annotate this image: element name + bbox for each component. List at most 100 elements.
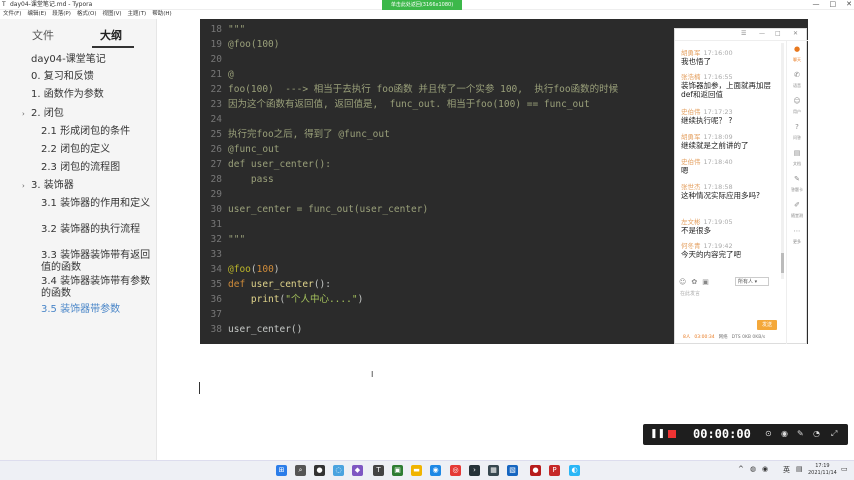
menu-view[interactable]: 视图(V): [102, 10, 121, 19]
pycharm-icon[interactable]: ▣: [392, 465, 403, 476]
clock-icon[interactable]: ◔: [813, 429, 820, 438]
outline-item-decorator-return[interactable]: 3.3 装饰器装饰带有返回值的函数: [41, 250, 151, 274]
menu-format[interactable]: 格式(O): [77, 10, 97, 19]
chat-minimize-button[interactable]: —: [759, 30, 765, 37]
answer-card-nav-label: 答题卡: [791, 187, 803, 192]
app-icon[interactable]: ◉: [430, 465, 441, 476]
code-line: 18 """: [210, 24, 246, 35]
stop-icon[interactable]: [668, 430, 676, 438]
app-icon[interactable]: ▧: [507, 465, 518, 476]
chevron-down-icon[interactable]: ›: [22, 182, 25, 190]
outline-item-decorator-args[interactable]: 3.4 装饰器装饰带有参数的函数: [41, 276, 151, 300]
code-line: 33: [210, 249, 222, 260]
chat-message-sender: 何冬青 17:19:42: [681, 242, 733, 250]
outline-item-closure[interactable]: 2. 闭包: [31, 108, 64, 120]
code-block[interactable]: 18 """ 19 @foo(100) 20 21 @ 22 foo(100) --->…: [200, 19, 674, 344]
camera-icon[interactable]: ◉: [781, 429, 788, 438]
flower-icon[interactable]: ✿: [691, 278, 697, 286]
more-nav-icon[interactable]: ⋯: [791, 227, 803, 235]
chat-maximize-button[interactable]: □: [775, 30, 781, 37]
window-title: day04-课堂笔记.md - Typora: [10, 1, 93, 8]
code-line: 25 执行完foo之后, 得到了 @func_out: [210, 129, 390, 140]
obs-icon[interactable]: ●: [314, 465, 325, 476]
code-line: 36 print("个人中心...."): [210, 294, 364, 305]
app-tray-icon[interactable]: ◍: [750, 465, 756, 473]
return-to-recording-banner[interactable]: 单击此处返回(3166x1080): [382, 0, 462, 10]
code-line: 30 user_center = func_out(user_center): [210, 204, 429, 215]
screen-recorder-bar: ❚❚ 00:00:00 ⊙ ◉ ✎ ◔ ⤢: [643, 424, 848, 445]
outline-item-review[interactable]: 0. 复习和反馈: [31, 71, 94, 83]
chat-close-button[interactable]: ✕: [793, 30, 798, 37]
search-icon[interactable]: ⌕: [295, 465, 306, 476]
record-tray-icon[interactable]: ◉: [762, 465, 768, 473]
record-app-icon[interactable]: ●: [530, 465, 541, 476]
maximize-button[interactable]: □: [830, 0, 837, 9]
chat-app-icon[interactable]: ◌: [333, 465, 344, 476]
pdf-icon[interactable]: P: [549, 465, 560, 476]
tray-chevron-icon[interactable]: ^: [738, 465, 744, 473]
outline-item-closure-conditions[interactable]: 2.1 形成闭包的条件: [41, 126, 130, 138]
outline-item-closure-definition[interactable]: 2.2 闭包的定义: [41, 144, 110, 156]
tab-outline[interactable]: 大纲: [100, 27, 122, 43]
notification-icon[interactable]: ▭: [841, 465, 848, 473]
minimize-button[interactable]: —: [813, 0, 820, 9]
emoji-icon[interactable]: ☺: [679, 278, 686, 286]
input-language[interactable]: 英: [783, 465, 790, 475]
outline-item-decorator-with-params[interactable]: 3.5 装饰器带参数: [41, 304, 120, 316]
image-icon[interactable]: ▣: [702, 278, 709, 286]
system-clock[interactable]: 17:19 2021/11/14: [808, 463, 837, 477]
menu-icon[interactable]: ☰: [741, 30, 746, 37]
answer-card-nav-icon[interactable]: ✎: [791, 175, 803, 183]
menu-paragraph[interactable]: 段落(P): [52, 10, 71, 19]
outline-item-decorator[interactable]: 3. 装饰器: [31, 180, 74, 192]
menu-bar: 文件(F) 编辑(E) 段落(P) 格式(O) 视图(V) 主题(T) 帮助(H…: [0, 10, 854, 19]
docs-nav-icon[interactable]: ▤: [791, 149, 803, 157]
menu-help[interactable]: 帮助(H): [152, 10, 171, 19]
menu-file[interactable]: 文件(F): [3, 10, 21, 19]
network-speed: DTS 0KB 0KB/s: [731, 335, 766, 340]
chat-input[interactable]: 在此发言: [680, 290, 700, 297]
qa-nav-icon[interactable]: ?: [791, 123, 803, 131]
app-icon[interactable]: ◆: [352, 465, 363, 476]
menu-theme[interactable]: 主题(T): [128, 10, 147, 19]
typora-icon[interactable]: T: [373, 465, 384, 476]
chat-message-text: 继续就是之前讲的了: [681, 141, 749, 150]
app-icon[interactable]: ◐: [569, 465, 580, 476]
outline-item-decorator-purpose[interactable]: 3.1 装饰器的作用和定义: [41, 198, 151, 210]
network-icon[interactable]: ▤: [796, 465, 803, 473]
chat-header: ☰ — □ ✕: [675, 29, 808, 41]
chat-side-nav: ● 聊天 ✆ 语音 ☺ 用户 ? 问答 ▤ 文档 ✎ 答题卡 ✐ 随堂测 ⋯ 更…: [786, 41, 806, 344]
code-line: 38 user_center(): [210, 324, 303, 335]
recipient-select[interactable]: 所有人 ▾: [735, 277, 769, 286]
close-button[interactable]: ✕: [846, 0, 852, 9]
mouse-ibeam-cursor-icon: I: [371, 370, 374, 379]
chrome-icon[interactable]: ◎: [450, 465, 461, 476]
menu-edit[interactable]: 编辑(E): [27, 10, 46, 19]
app-icon[interactable]: ▦: [488, 465, 499, 476]
users-nav-icon[interactable]: ☺: [791, 97, 803, 105]
quiz-nav-icon[interactable]: ✐: [791, 201, 803, 209]
folder-icon[interactable]: ▬: [411, 465, 422, 476]
settings-icon[interactable]: ⊙: [765, 429, 772, 438]
sidebar: 文件 大纲 day04-课堂笔记 0. 复习和反馈 1. 函数作为参数 › 2.…: [0, 19, 157, 460]
tab-files[interactable]: 文件: [32, 27, 54, 43]
chat-scrollbar[interactable]: [781, 43, 784, 279]
windows-start-icon[interactable]: ⊞: [276, 465, 287, 476]
outline-item-doc-title[interactable]: day04-课堂笔记: [31, 54, 106, 66]
pause-icon[interactable]: ❚❚: [650, 429, 665, 439]
fullscreen-icon[interactable]: ⤢: [831, 429, 837, 439]
chat-nav-icon[interactable]: ●: [791, 45, 803, 53]
voice-nav-icon[interactable]: ✆: [791, 71, 803, 79]
clock-date: 2021/11/14: [808, 470, 837, 476]
send-button[interactable]: 发送: [757, 320, 777, 330]
outline-item-closure-flowchart[interactable]: 2.3 闭包的流程图: [41, 162, 120, 174]
code-line: 37: [210, 309, 222, 320]
terminal-icon[interactable]: ›: [469, 465, 480, 476]
code-line: 31: [210, 219, 222, 230]
outline-item-func-as-param[interactable]: 1. 函数作为参数: [31, 89, 104, 101]
code-line: 34 @foo(100): [210, 264, 280, 275]
taskbar: ⊞ ⌕ ● ◌ ◆ T ▣ ▬ ◉ ◎ › ▦ ▧ ● P ◐ ^ ◍ ◉ 英 …: [0, 460, 854, 480]
outline-item-decorator-flow[interactable]: 3.2 装饰器的执行流程: [41, 224, 151, 236]
chevron-down-icon[interactable]: ›: [22, 110, 25, 118]
pen-icon[interactable]: ✎: [797, 429, 804, 438]
